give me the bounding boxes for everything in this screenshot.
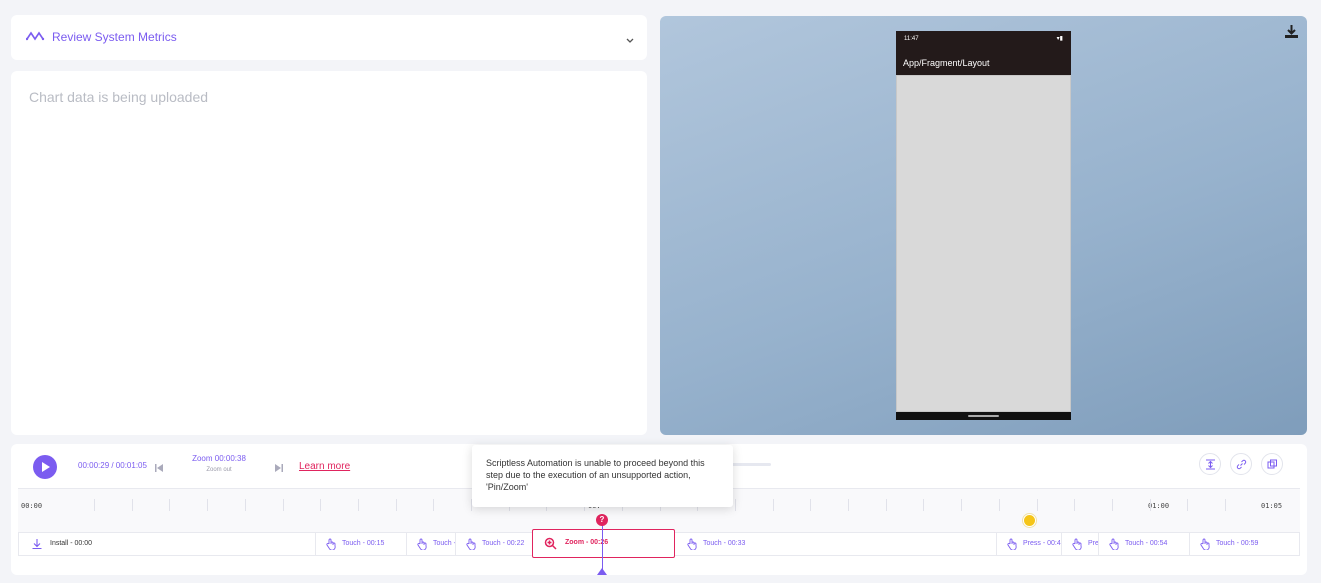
review-system-metrics-header[interactable]: Review System Metrics (11, 15, 647, 60)
device-screen[interactable]: 11:47 ▾▮ App/Fragment/Layout (896, 31, 1071, 420)
fit-timeline-button[interactable] (1199, 453, 1221, 475)
ruler-tick (320, 499, 321, 511)
error-tooltip: Scriptless Automation is unable to proce… (472, 445, 733, 507)
step-label: Press - 00:51 (1088, 540, 1099, 547)
chevron-down-icon[interactable] (625, 32, 635, 50)
press-hand-icon (1007, 538, 1017, 550)
step-label: Touch - 00:33 (703, 540, 746, 547)
device-app-bar: App/Fragment/Layout (896, 47, 1071, 75)
ruler-tick (1037, 499, 1038, 511)
chart-loading-message: Chart data is being uploaded (29, 89, 209, 105)
ruler-tick (961, 499, 962, 511)
ruler-tick (735, 499, 736, 511)
ruler-tick (923, 499, 924, 511)
device-app-title: App/Fragment/Layout (903, 58, 990, 68)
ruler-tick (1074, 499, 1075, 511)
device-nav-bar (896, 412, 1071, 420)
learn-more-link[interactable]: Learn more (299, 461, 350, 472)
zoom-in-icon (544, 537, 557, 550)
playhead-line[interactable] (602, 518, 603, 575)
link-button[interactable] (1230, 453, 1252, 475)
chart-panel: Chart data is being uploaded (11, 71, 647, 435)
device-status-bar: 11:47 ▾▮ (896, 31, 1071, 47)
touch-hand-icon (417, 538, 427, 550)
step-label: Touch - 00:22 (482, 540, 525, 547)
step-label: Press - 00:48 (1023, 540, 1062, 547)
skip-next-icon[interactable] (274, 460, 284, 478)
ruler-label-end: 01:05 (1261, 502, 1283, 510)
touch-hand-icon (687, 538, 697, 550)
ruler-tick (433, 499, 434, 511)
device-status-time: 11:47 (904, 36, 919, 42)
step-touch[interactable]: Touch - 00:18 (407, 533, 456, 555)
ruler-label-start: 00:00 (21, 502, 43, 510)
metrics-title: Review System Metrics (52, 30, 177, 44)
step-label: Touch - 00:54 (1125, 540, 1168, 547)
step-label: Touch - 00:18 (433, 540, 456, 547)
device-content-area[interactable] (896, 75, 1071, 412)
step-press[interactable]: Press - 00:48 (997, 533, 1062, 555)
warning-marker[interactable] (1023, 514, 1036, 527)
play-button[interactable] (33, 455, 57, 479)
progress-track[interactable] (731, 463, 771, 466)
ruler-tick (207, 499, 208, 511)
step-touch[interactable]: Touch - 00:59 (1190, 533, 1299, 555)
download-icon[interactable] (1284, 24, 1299, 44)
ruler-tick (1225, 499, 1226, 511)
ruler-tick (396, 499, 397, 511)
step-label: Install - 00:00 (50, 540, 93, 547)
step-press[interactable]: Press - 00:51 (1062, 533, 1099, 555)
press-hand-icon (1072, 538, 1082, 550)
ruler-tick (1187, 499, 1188, 511)
ruler-tick (1112, 499, 1113, 511)
metrics-wave-icon (25, 29, 46, 47)
playhead-handle[interactable] (597, 568, 607, 575)
step-touch[interactable]: Touch - 00:54 (1099, 533, 1190, 555)
ruler-tick (94, 499, 95, 511)
ruler-tick (169, 499, 170, 511)
play-icon (42, 462, 50, 472)
ruler-tick (848, 499, 849, 511)
ruler-tick (1150, 499, 1151, 511)
ruler-tick (245, 499, 246, 511)
step-zoom-active[interactable]: Zoom - 00:26 (532, 529, 675, 558)
step-touch[interactable]: Touch - 00:33 (677, 533, 997, 555)
skip-previous-icon[interactable] (154, 460, 164, 478)
copy-button[interactable] (1261, 453, 1283, 475)
step-touch[interactable]: Touch - 00:15 (316, 533, 407, 555)
touch-hand-icon (1109, 538, 1119, 550)
touch-hand-icon (326, 538, 336, 550)
touch-hand-icon (466, 538, 476, 550)
step-install[interactable]: Install - 00:00 (19, 533, 316, 555)
device-video-panel: 11:47 ▾▮ App/Fragment/Layout (660, 16, 1307, 435)
home-pill-icon[interactable] (968, 415, 999, 417)
ruler-tick (999, 499, 1000, 511)
step-label: Touch - 00:59 (1216, 540, 1259, 547)
ruler-label-60: 01:00 (1148, 502, 1170, 510)
ruler-tick (358, 499, 359, 511)
ruler-tick (810, 499, 811, 511)
time-readout: 00:00:29 / 00:01:05 (78, 461, 147, 470)
error-marker[interactable]: ? (596, 514, 608, 526)
current-step-label: Zoom 00:00:38 (192, 454, 246, 463)
ruler-tick (283, 499, 284, 511)
ruler-tick (132, 499, 133, 511)
touch-hand-icon (1200, 538, 1210, 550)
step-label: Touch - 00:15 (342, 540, 385, 547)
current-step-info: Zoom 00:00:38 Zoom out (181, 454, 257, 473)
current-step-sub: Zoom out (206, 467, 232, 473)
battery-wifi-icon: ▾▮ (1056, 36, 1063, 42)
ruler-tick (773, 499, 774, 511)
ruler-tick (886, 499, 887, 511)
install-download-icon (32, 539, 42, 550)
step-touch[interactable]: Touch - 00:22 (456, 533, 534, 555)
tooltip-text: Scriptless Automation is unable to proce… (486, 458, 705, 492)
